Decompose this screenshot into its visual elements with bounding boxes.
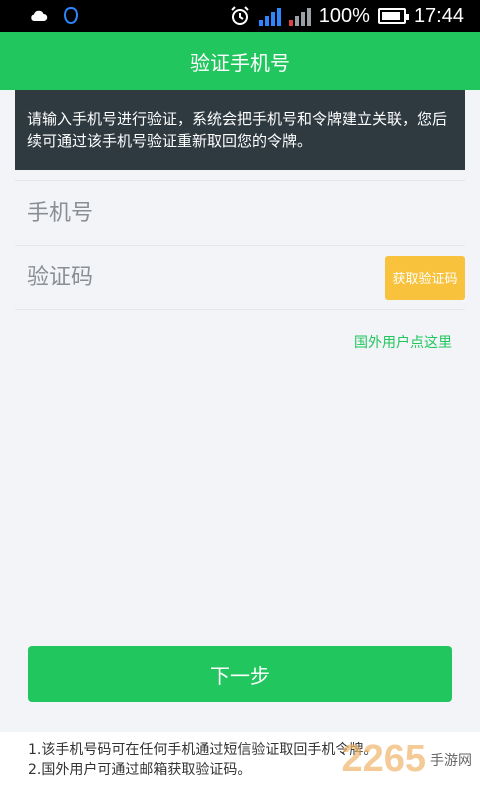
signal-no-service-icon: [288, 6, 311, 26]
phone-row: [15, 180, 465, 245]
clock: 17:44: [413, 5, 464, 27]
notification-icon: [63, 6, 79, 25]
cloud-icon: [31, 10, 48, 21]
next-step-button[interactable]: 下一步: [28, 646, 452, 702]
phone-input[interactable]: [15, 200, 335, 226]
page-title: 验证手机号: [190, 50, 290, 75]
alarm-icon: [231, 6, 249, 25]
signal-icon: [258, 6, 281, 26]
foreign-user-link[interactable]: 国外用户点这里: [354, 332, 452, 352]
verify-form: 获取验证码: [15, 180, 465, 310]
watermark-text: 手游网: [430, 752, 472, 769]
code-row: 获取验证码: [15, 245, 465, 310]
status-bar: 100% 17:44: [0, 0, 480, 32]
battery-icon: [377, 8, 409, 24]
notice-box: 请输入手机号进行验证，系统会把手机号和令牌建立关联，您后续可通过该手机号验证重新…: [15, 90, 465, 170]
code-input[interactable]: [15, 265, 335, 290]
title-bar: 验证手机号: [0, 32, 480, 90]
watermark: 2265 手游网: [341, 738, 472, 781]
get-code-button[interactable]: 获取验证码: [385, 255, 465, 300]
notice-text: 请输入手机号进行验证，系统会把手机号和令牌建立关联，您后续可通过该手机号验证重新…: [27, 110, 448, 150]
battery-percent: 100%: [318, 5, 370, 27]
watermark-logo: 2265: [341, 738, 426, 780]
